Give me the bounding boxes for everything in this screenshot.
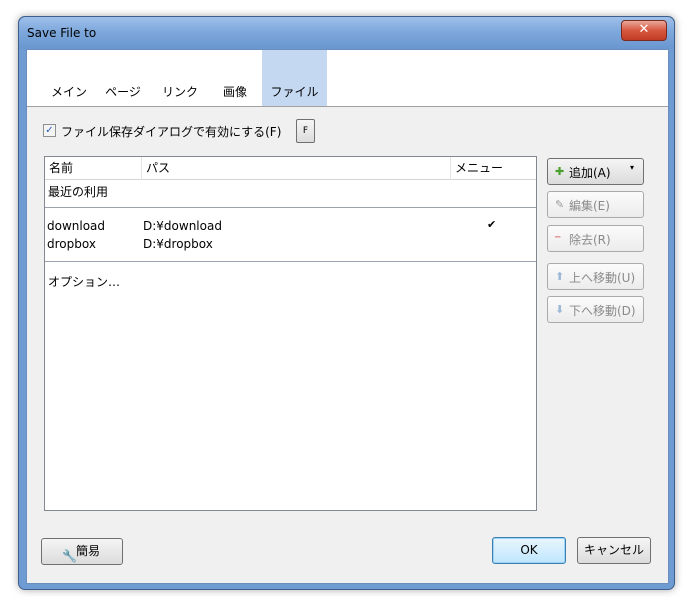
enable-checkbox-label: ファイル保存ダイアログで有効にする(F) xyxy=(61,125,282,139)
edit-button[interactable]: ✎ 編集(E) xyxy=(547,191,644,218)
title-bar[interactable]: Save File to ✕ xyxy=(19,17,674,49)
minus-icon: ━ xyxy=(555,233,561,243)
group-divider xyxy=(45,261,536,262)
arrow-down-icon: ⬇ xyxy=(555,303,565,316)
tab-link[interactable]: リンク xyxy=(154,50,206,106)
dialog-window: Save File to ✕ メイン ページ リンク 画像 ファイル ✓ ファイ… xyxy=(18,16,675,590)
row-path: D:¥download xyxy=(143,219,222,233)
group-recent[interactable]: 最近の利用 xyxy=(48,183,534,200)
tab-image[interactable]: 画像 xyxy=(211,50,259,106)
enable-checkbox[interactable]: ✓ xyxy=(43,124,56,137)
move-down-button[interactable]: ⬇ 下へ移動(D) xyxy=(547,296,644,323)
chevron-down-icon[interactable]: ▾ xyxy=(630,163,634,172)
plus-icon: ✚ xyxy=(555,165,565,178)
arrow-up-icon: ⬆ xyxy=(555,270,565,283)
wrench-icon: 🔧 xyxy=(62,549,77,563)
ok-button[interactable]: OK xyxy=(492,537,566,564)
column-path-header[interactable]: パス xyxy=(142,157,451,180)
row-path: D:¥dropbox xyxy=(143,237,213,251)
tab-page[interactable]: ページ xyxy=(97,50,149,106)
add-button[interactable]: ✚ 追加(A) ▾ xyxy=(547,158,644,185)
tab-file[interactable]: ファイル xyxy=(262,50,327,106)
simple-mode-button[interactable]: 🔧 簡易 xyxy=(41,538,123,565)
dialog-client-area: メイン ページ リンク 画像 ファイル ✓ ファイル保存ダイアログで有効にする(… xyxy=(26,49,669,584)
cancel-button[interactable]: キャンセル xyxy=(577,537,651,564)
column-name-header[interactable]: 名前 xyxy=(45,157,142,180)
tab-strip: メイン ページ リンク 画像 ファイル xyxy=(27,50,668,107)
move-up-button[interactable]: ⬆ 上へ移動(U) xyxy=(547,263,644,290)
group-options[interactable]: オプション… xyxy=(48,273,534,290)
row-name: dropbox xyxy=(47,237,96,251)
window-title: Save File to xyxy=(27,26,97,40)
row-name: download xyxy=(47,219,106,233)
remove-button[interactable]: ━ 除去(R) xyxy=(547,225,644,252)
menu-check-icon[interactable]: ✔ xyxy=(487,218,496,231)
pencil-icon: ✎ xyxy=(555,198,565,211)
close-button[interactable]: ✕ xyxy=(621,20,667,41)
f-button[interactable]: F xyxy=(296,119,315,143)
group-divider xyxy=(45,207,536,208)
folder-list[interactable]: 名前 パス メニュー 最近の利用 download D:¥download ✔ … xyxy=(44,156,537,511)
close-icon: ✕ xyxy=(638,22,650,37)
column-menu-header[interactable]: メニュー xyxy=(451,157,536,180)
tab-main[interactable]: メイン xyxy=(43,50,95,106)
